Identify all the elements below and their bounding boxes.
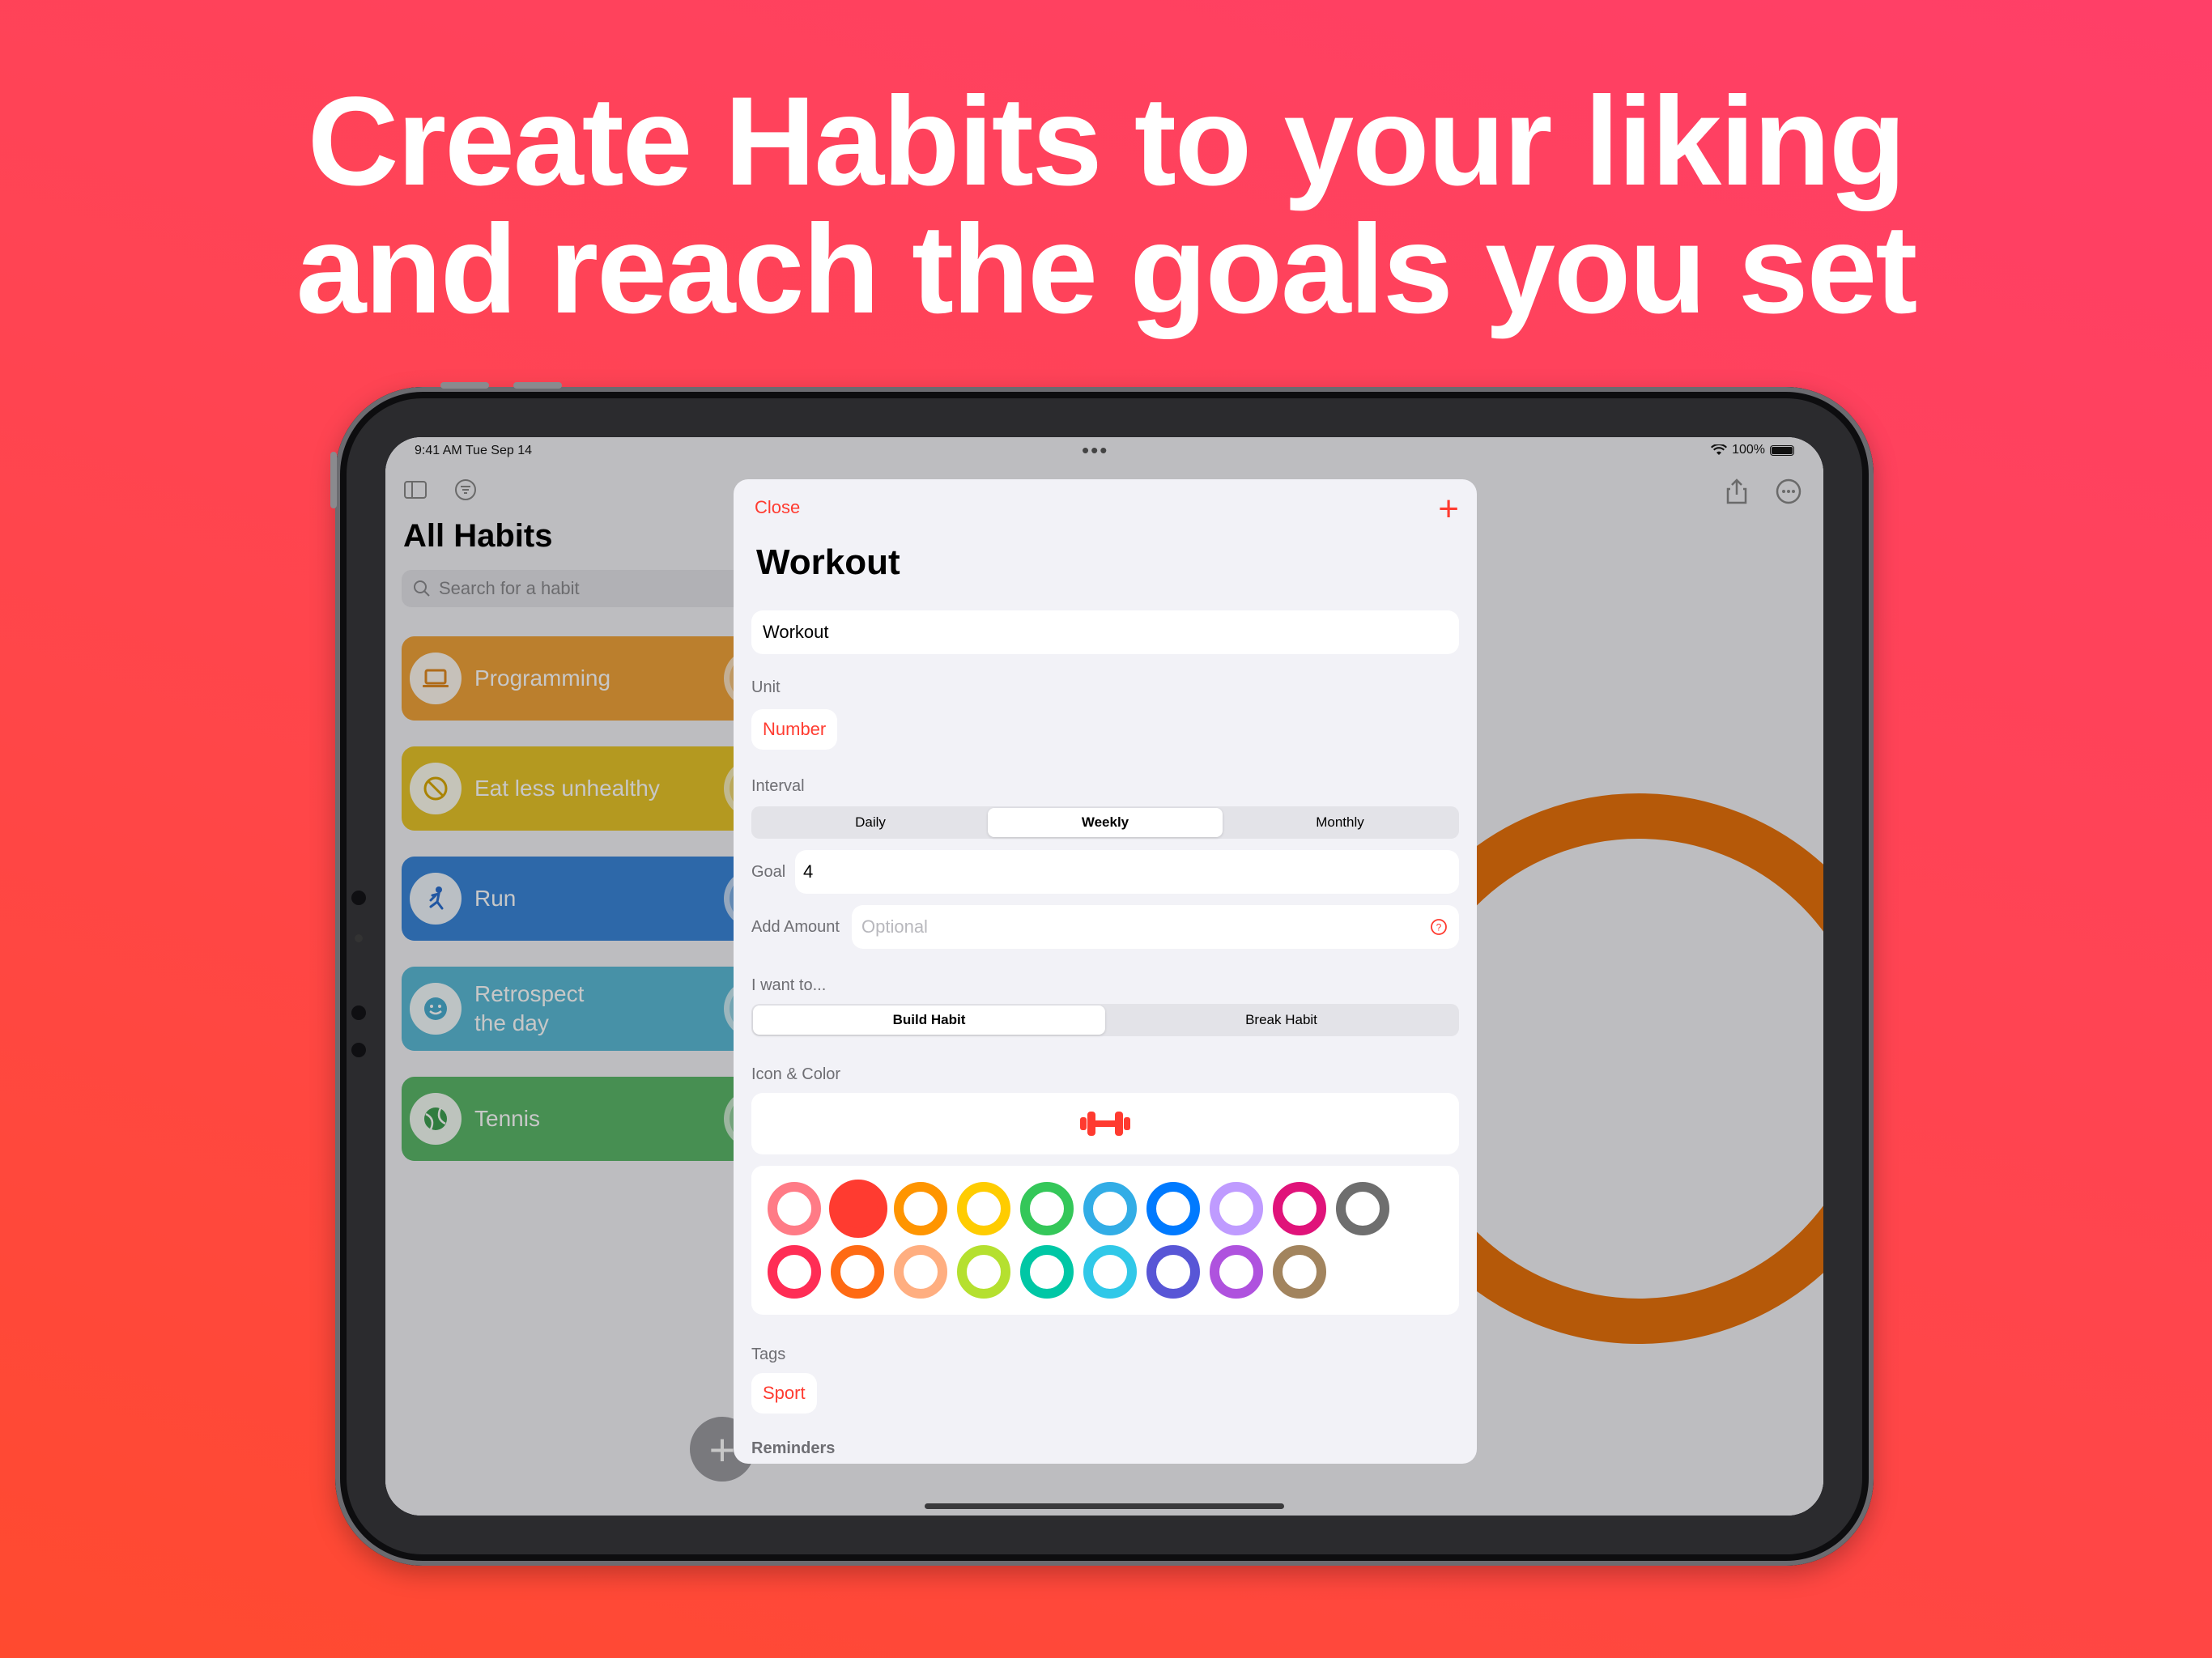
reminders-label: Reminders xyxy=(751,1439,836,1457)
camera-dot xyxy=(355,934,363,942)
color-swatch[interactable] xyxy=(957,1245,1010,1299)
tag-chip[interactable]: Sport xyxy=(751,1373,817,1414)
habit-name-field[interactable]: Workout xyxy=(751,610,1459,654)
color-swatch[interactable] xyxy=(1273,1245,1326,1299)
color-swatch[interactable] xyxy=(1146,1182,1200,1235)
color-swatch[interactable] xyxy=(831,1245,884,1299)
svg-text:?: ? xyxy=(1436,922,1442,933)
icon-color-label: Icon & Color xyxy=(751,1065,841,1083)
battery-indicator: 100% xyxy=(1711,443,1794,457)
wifi-icon xyxy=(1711,444,1728,455)
goal-label: Goal xyxy=(751,863,786,881)
battery-icon xyxy=(1770,444,1794,456)
habit-name-value: Workout xyxy=(763,622,829,642)
close-button[interactable]: Close xyxy=(755,497,800,518)
color-swatch[interactable] xyxy=(894,1245,947,1299)
color-swatch[interactable] xyxy=(768,1245,821,1299)
tags-label: Tags xyxy=(751,1346,786,1363)
color-swatch[interactable] xyxy=(1020,1182,1074,1235)
camera-dot xyxy=(351,891,366,905)
color-swatch[interactable] xyxy=(957,1182,1010,1235)
headline-line-1: Create Habits to your liking xyxy=(307,71,1906,212)
add-amount-label: Add Amount xyxy=(751,918,840,936)
color-swatch[interactable] xyxy=(768,1182,821,1235)
headline-line-2: and reach the goals you set xyxy=(296,199,1918,340)
interval-label: Interval xyxy=(751,777,805,795)
add-button[interactable]: + xyxy=(1438,489,1459,529)
status-bar: 9:41 AM Tue Sep 14 ••• 100% xyxy=(385,437,1823,466)
dumbbell-icon xyxy=(1080,1112,1130,1136)
top-button-right xyxy=(513,382,562,389)
multitasking-dots[interactable]: ••• xyxy=(1082,438,1108,463)
home-indicator[interactable] xyxy=(925,1503,1284,1509)
ipad-screen: 9:41 AM Tue Sep 14 ••• 100% All Habits S… xyxy=(385,437,1823,1516)
battery-percent: 100% xyxy=(1732,443,1765,457)
headline: Create Habits to your liking and reach t… xyxy=(0,78,2212,334)
goal-value: 4 xyxy=(803,861,814,882)
side-button xyxy=(330,452,337,508)
interval-segmented-control: Daily Weekly Monthly xyxy=(751,806,1459,839)
interval-daily[interactable]: Daily xyxy=(753,808,988,837)
top-button-left xyxy=(440,382,489,389)
color-swatch[interactable] xyxy=(1146,1245,1200,1299)
interval-monthly[interactable]: Monthly xyxy=(1223,808,1457,837)
color-picker xyxy=(751,1166,1459,1315)
interval-weekly[interactable]: Weekly xyxy=(988,808,1223,837)
color-swatch[interactable] xyxy=(1210,1245,1263,1299)
want-label: I want to... xyxy=(751,976,827,994)
color-swatch[interactable] xyxy=(1020,1245,1074,1299)
add-amount-field[interactable]: Optional ? xyxy=(852,905,1459,949)
break-habit-option[interactable]: Break Habit xyxy=(1105,1005,1457,1035)
color-swatch[interactable] xyxy=(1083,1245,1137,1299)
unit-selector[interactable]: Number xyxy=(751,709,838,750)
icon-picker[interactable] xyxy=(751,1093,1459,1154)
color-swatch[interactable] xyxy=(1210,1182,1263,1235)
goal-field[interactable]: 4 xyxy=(795,850,1459,894)
sheet-title: Workout xyxy=(756,542,900,582)
status-time: 9:41 AM Tue Sep 14 xyxy=(415,444,532,457)
ipad-frame: 9:41 AM Tue Sep 14 ••• 100% All Habits S… xyxy=(330,382,1874,1566)
color-swatch[interactable] xyxy=(1336,1182,1389,1235)
edit-habit-sheet: Close + Workout Workout Unit Number Inte… xyxy=(734,479,1477,1464)
color-swatch-selected[interactable] xyxy=(829,1180,887,1238)
add-amount-placeholder: Optional xyxy=(861,916,928,937)
camera-dot xyxy=(351,1043,366,1057)
build-habit-option[interactable]: Build Habit xyxy=(753,1005,1105,1035)
unit-label: Unit xyxy=(751,678,781,696)
help-icon[interactable]: ? xyxy=(1430,918,1448,936)
camera-dot xyxy=(351,1005,366,1020)
color-swatch[interactable] xyxy=(1273,1182,1326,1235)
color-swatch[interactable] xyxy=(1083,1182,1137,1235)
habit-type-segmented-control: Build Habit Break Habit xyxy=(751,1004,1459,1036)
color-swatch[interactable] xyxy=(894,1182,947,1235)
